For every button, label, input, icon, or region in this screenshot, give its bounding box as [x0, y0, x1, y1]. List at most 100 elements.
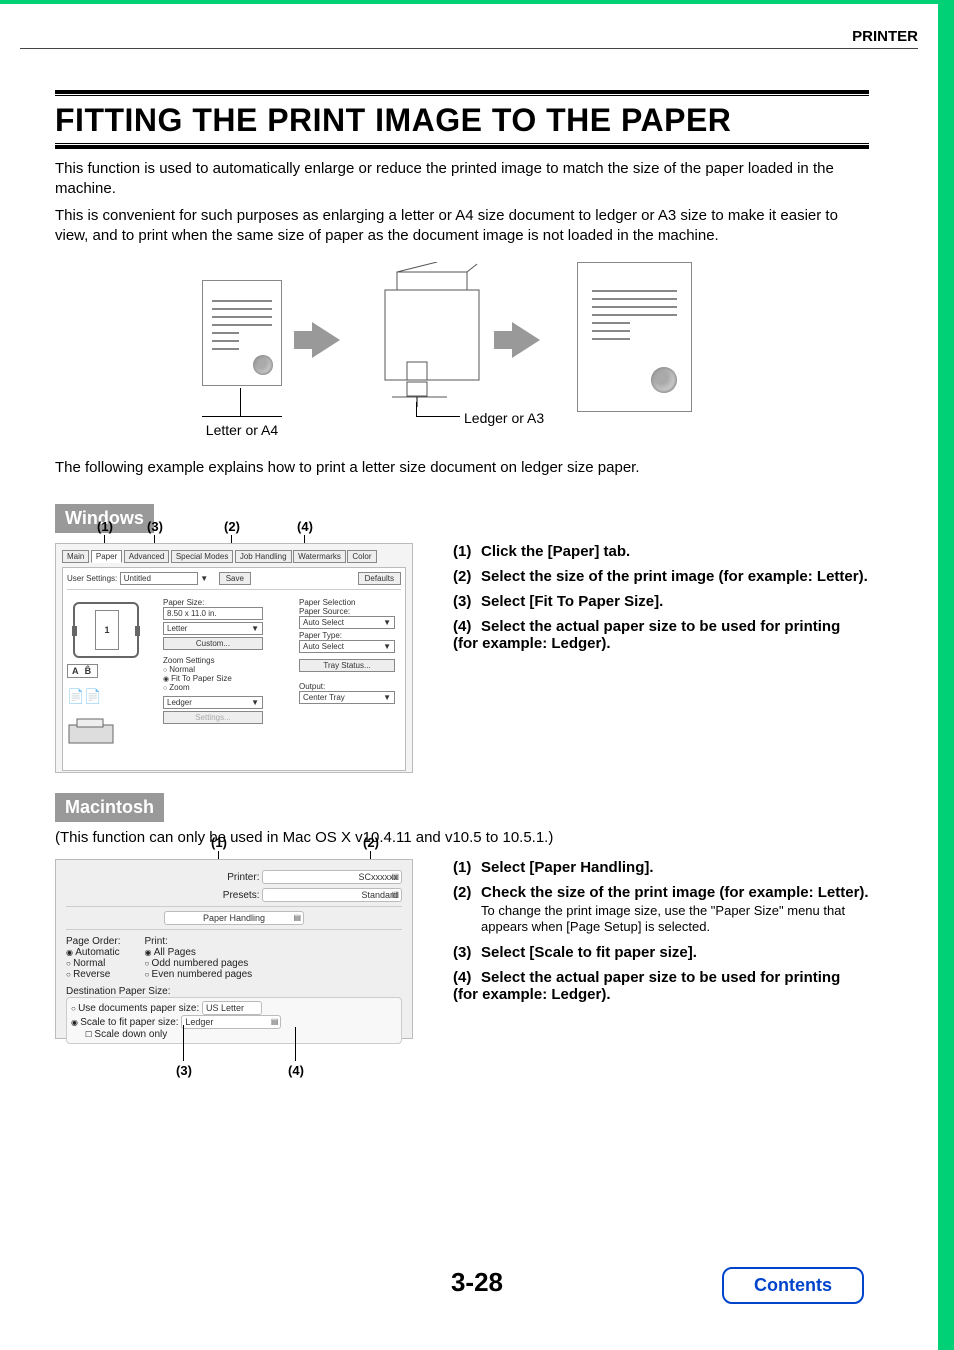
- paper-type-label: Paper Type:: [299, 631, 403, 640]
- output-select[interactable]: Center Tray▼: [299, 691, 395, 704]
- radio-reverse[interactable]: Reverse: [66, 969, 120, 980]
- radio-fit[interactable]: Fit To Paper Size: [163, 674, 283, 683]
- concept-diagram: Letter or A4 Ledger or A3: [202, 262, 722, 422]
- doc-large: [577, 262, 692, 412]
- callout-line: [295, 1027, 296, 1061]
- tab-paper[interactable]: Paper: [91, 550, 122, 563]
- orientation-toggle[interactable]: A B̂: [67, 664, 98, 678]
- dest-label: Destination Paper Size:: [66, 986, 402, 997]
- settings-button[interactable]: Settings...: [163, 711, 263, 724]
- radio-even[interactable]: Even numbered pages: [144, 969, 252, 980]
- tab-color[interactable]: Color: [347, 550, 376, 563]
- paper-source-select[interactable]: Auto Select▼: [299, 616, 395, 629]
- callout-4: (4): [284, 1063, 308, 1078]
- size-select[interactable]: Letter ▼: [163, 622, 263, 635]
- step-num: (2): [453, 884, 481, 901]
- printer-mini-icon: [67, 717, 157, 749]
- step-text: Select [Paper Handling].: [481, 859, 654, 876]
- header-accent: [0, 0, 938, 4]
- step-text: Select the actual paper size to be used …: [453, 969, 840, 1003]
- preview-page: 1: [95, 610, 119, 650]
- step-num: (4): [453, 618, 481, 635]
- radio-automatic[interactable]: Automatic: [66, 947, 120, 958]
- tab-main[interactable]: Main: [62, 550, 89, 563]
- step-num: (4): [453, 969, 481, 986]
- step-subtext: To change the print image size, use the …: [481, 903, 869, 937]
- paper-source-label: Paper Source:: [299, 607, 403, 616]
- radio-all[interactable]: All Pages: [144, 947, 252, 958]
- step-num: (3): [453, 593, 481, 610]
- doc-lines: [592, 290, 678, 346]
- windows-steps: (1)Click the [Paper] tab. (2)Select the …: [453, 543, 869, 660]
- section-name: PRINTER: [852, 28, 918, 45]
- custom-button[interactable]: Custom...: [163, 637, 263, 650]
- intro-2: This is convenient for such purposes as …: [55, 206, 869, 247]
- side-accent: [938, 0, 954, 1350]
- radio-normal[interactable]: Normal: [163, 665, 283, 674]
- mac-screenshot: Printer: SCxxxxxx▤ Presets: Standard▤ Pa…: [55, 859, 413, 1039]
- printer-select[interactable]: SCxxxxxx▤: [262, 870, 402, 884]
- scale-select[interactable]: Ledger▤: [181, 1015, 281, 1029]
- step-text: Select the actual paper size to be used …: [453, 618, 840, 652]
- printer-icon: [377, 262, 487, 407]
- use-doc-value: US Letter: [202, 1001, 262, 1015]
- caption-line: [416, 416, 460, 417]
- user-settings-select[interactable]: Untitled: [120, 572, 198, 585]
- radio-scale[interactable]: Scale to fit paper size:: [71, 1017, 179, 1028]
- paper-type-select[interactable]: Auto Select▼: [299, 640, 395, 653]
- callout-2: (2): [220, 519, 244, 534]
- title-rule-top: [55, 90, 869, 96]
- step-num: (1): [453, 859, 481, 876]
- step-text: Click the [Paper] tab.: [481, 543, 630, 560]
- paper-selection-label: Paper Selection: [299, 598, 403, 607]
- caption-line: [416, 402, 417, 416]
- page-order-label: Page Order:: [66, 936, 120, 947]
- tab-row: Main Paper Advanced Special Modes Job Ha…: [62, 550, 406, 563]
- followup: The following example explains how to pr…: [55, 458, 869, 478]
- callout-1: (1): [93, 519, 117, 534]
- radio-use-doc[interactable]: Use documents paper size:: [71, 1003, 199, 1014]
- step-text: Check the size of the print image (for e…: [481, 884, 869, 901]
- user-settings-label: User Settings:: [67, 574, 117, 583]
- step-text: Select the size of the print image (for …: [481, 568, 868, 585]
- size-inches: 8.50 x 11.0 in.: [163, 607, 263, 620]
- save-button[interactable]: Save: [219, 572, 251, 585]
- check-scale-down[interactable]: Scale down only: [85, 1029, 167, 1040]
- tree-icon: [651, 367, 677, 393]
- zoom-label: Zoom Settings: [163, 656, 283, 665]
- print-label: Print:: [144, 936, 167, 947]
- tab-advanced[interactable]: Advanced: [124, 550, 170, 563]
- fit-select[interactable]: Ledger ▼: [163, 696, 263, 709]
- title-rule-bottom: [55, 143, 869, 149]
- step-num: (2): [453, 568, 481, 585]
- arrow-icon: [512, 322, 540, 358]
- page-title: FITTING THE PRINT IMAGE TO THE PAPER: [55, 102, 869, 139]
- tab-job[interactable]: Job Handling: [235, 550, 292, 563]
- doc-lines: [212, 300, 271, 356]
- pane-select[interactable]: Paper Handling▤: [164, 911, 304, 925]
- radio-normal[interactable]: Normal: [66, 958, 120, 969]
- presets-select[interactable]: Standard▤: [262, 888, 402, 902]
- defaults-button[interactable]: Defaults: [358, 572, 401, 585]
- presets-label: Presets:: [203, 890, 259, 901]
- tray-status-button[interactable]: Tray Status...: [299, 659, 395, 672]
- output-label: Output:: [299, 682, 403, 691]
- printer-label: Printer:: [203, 872, 259, 883]
- callout-4: (4): [293, 519, 317, 534]
- caption-right: Ledger or A3: [464, 410, 584, 426]
- tree-icon: [253, 355, 273, 375]
- tab-watermarks[interactable]: Watermarks: [293, 550, 346, 563]
- doc-small: [202, 280, 282, 386]
- intro-1: This function is used to automatically e…: [55, 159, 869, 200]
- radio-odd[interactable]: Odd numbered pages: [144, 958, 252, 969]
- radio-zoom[interactable]: Zoom: [163, 683, 283, 692]
- caption-left: Letter or A4: [202, 422, 282, 438]
- tab-special[interactable]: Special Modes: [171, 550, 233, 563]
- callout-2: (2): [359, 835, 383, 850]
- step-text: Select [Scale to fit paper size].: [481, 944, 697, 961]
- header-rule: [20, 48, 918, 49]
- contents-button[interactable]: Contents: [722, 1267, 864, 1304]
- page-header: PRINTER: [0, 0, 954, 48]
- callout-1: (1): [207, 835, 231, 850]
- mac-steps: (1)Select [Paper Handling]. (2)Check the…: [453, 859, 869, 1012]
